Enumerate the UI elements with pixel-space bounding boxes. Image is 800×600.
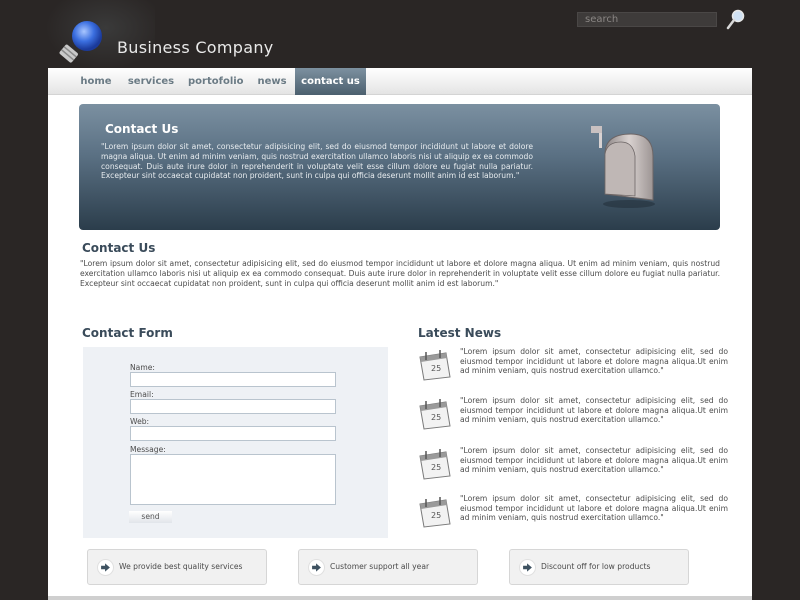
latest-news-title: Latest News bbox=[418, 326, 502, 340]
news-text: "Lorem ipsum dolor sit amet, consectetur… bbox=[460, 347, 728, 376]
search-input[interactable]: search bbox=[577, 12, 717, 27]
contact-title: Contact Us bbox=[82, 241, 156, 255]
name-label: Name: bbox=[130, 363, 155, 372]
nav-home[interactable]: home bbox=[74, 68, 118, 95]
service-label: Discount off for low products bbox=[541, 562, 651, 571]
banner-title: Contact Us bbox=[105, 122, 179, 136]
news-item: 25 "Lorem ipsum dolor sit amet, consecte… bbox=[416, 494, 729, 538]
calendar-icon: 25 bbox=[419, 350, 451, 381]
message-label: Message: bbox=[130, 445, 166, 454]
web-input[interactable] bbox=[130, 426, 336, 441]
magnifier-icon[interactable] bbox=[726, 9, 746, 31]
news-text: "Lorem ipsum dolor sit amet, consectetur… bbox=[460, 494, 728, 523]
nav-contact-us[interactable]: contact us bbox=[295, 68, 366, 95]
arrow-right-icon bbox=[308, 559, 325, 576]
news-item: 25 "Lorem ipsum dolor sit amet, consecte… bbox=[416, 347, 729, 391]
calendar-day: 25 bbox=[431, 413, 441, 422]
nav-news[interactable]: news bbox=[252, 68, 292, 95]
brand-name: Business Company bbox=[117, 38, 274, 57]
news-item: 25 "Lorem ipsum dolor sit amet, consecte… bbox=[416, 446, 729, 490]
arrow-right-icon bbox=[97, 559, 114, 576]
main-nav: home services portofolio news contact us bbox=[48, 68, 752, 95]
contact-text: "Lorem ipsum dolor sit amet, consectetur… bbox=[80, 259, 720, 288]
service-label: We provide best quality services bbox=[119, 562, 243, 571]
calendar-day: 25 bbox=[431, 463, 441, 472]
content-frame: home services portofolio news contact us… bbox=[48, 68, 752, 600]
service-box-support[interactable]: Customer support all year bbox=[298, 549, 478, 585]
news-text: "Lorem ipsum dolor sit amet, consectetur… bbox=[460, 446, 728, 475]
name-input[interactable] bbox=[130, 372, 336, 387]
nav-services[interactable]: services bbox=[126, 68, 176, 95]
news-text: "Lorem ipsum dolor sit amet, consectetur… bbox=[460, 396, 728, 425]
service-box-quality[interactable]: We provide best quality services bbox=[87, 549, 267, 585]
lightbulb-icon bbox=[59, 21, 102, 63]
message-textarea[interactable] bbox=[130, 454, 336, 505]
calendar-icon: 25 bbox=[419, 497, 451, 528]
email-label: Email: bbox=[130, 390, 154, 399]
nav-portofolio[interactable]: portofolio bbox=[188, 68, 244, 95]
service-box-discount[interactable]: Discount off for low products bbox=[509, 549, 689, 585]
calendar-icon: 25 bbox=[419, 399, 451, 430]
arrow-right-icon bbox=[519, 559, 536, 576]
news-item: 25 "Lorem ipsum dolor sit amet, consecte… bbox=[416, 396, 729, 440]
send-button[interactable]: send bbox=[129, 511, 172, 523]
service-label: Customer support all year bbox=[330, 562, 430, 571]
calendar-day: 25 bbox=[431, 511, 441, 520]
banner-text: "Lorem ipsum dolor sit amet, consectetur… bbox=[101, 142, 533, 181]
contact-form: Name: Email: Web: Message: send bbox=[83, 347, 388, 538]
footer-bar bbox=[48, 596, 752, 600]
calendar-icon: 25 bbox=[419, 449, 451, 480]
email-input[interactable] bbox=[130, 399, 336, 414]
contact-banner: Contact Us "Lorem ipsum dolor sit amet, … bbox=[79, 104, 720, 230]
contact-form-title: Contact Form bbox=[82, 326, 173, 340]
web-label: Web: bbox=[130, 417, 150, 426]
mailbox-icon bbox=[591, 126, 655, 208]
calendar-day: 25 bbox=[431, 364, 441, 373]
